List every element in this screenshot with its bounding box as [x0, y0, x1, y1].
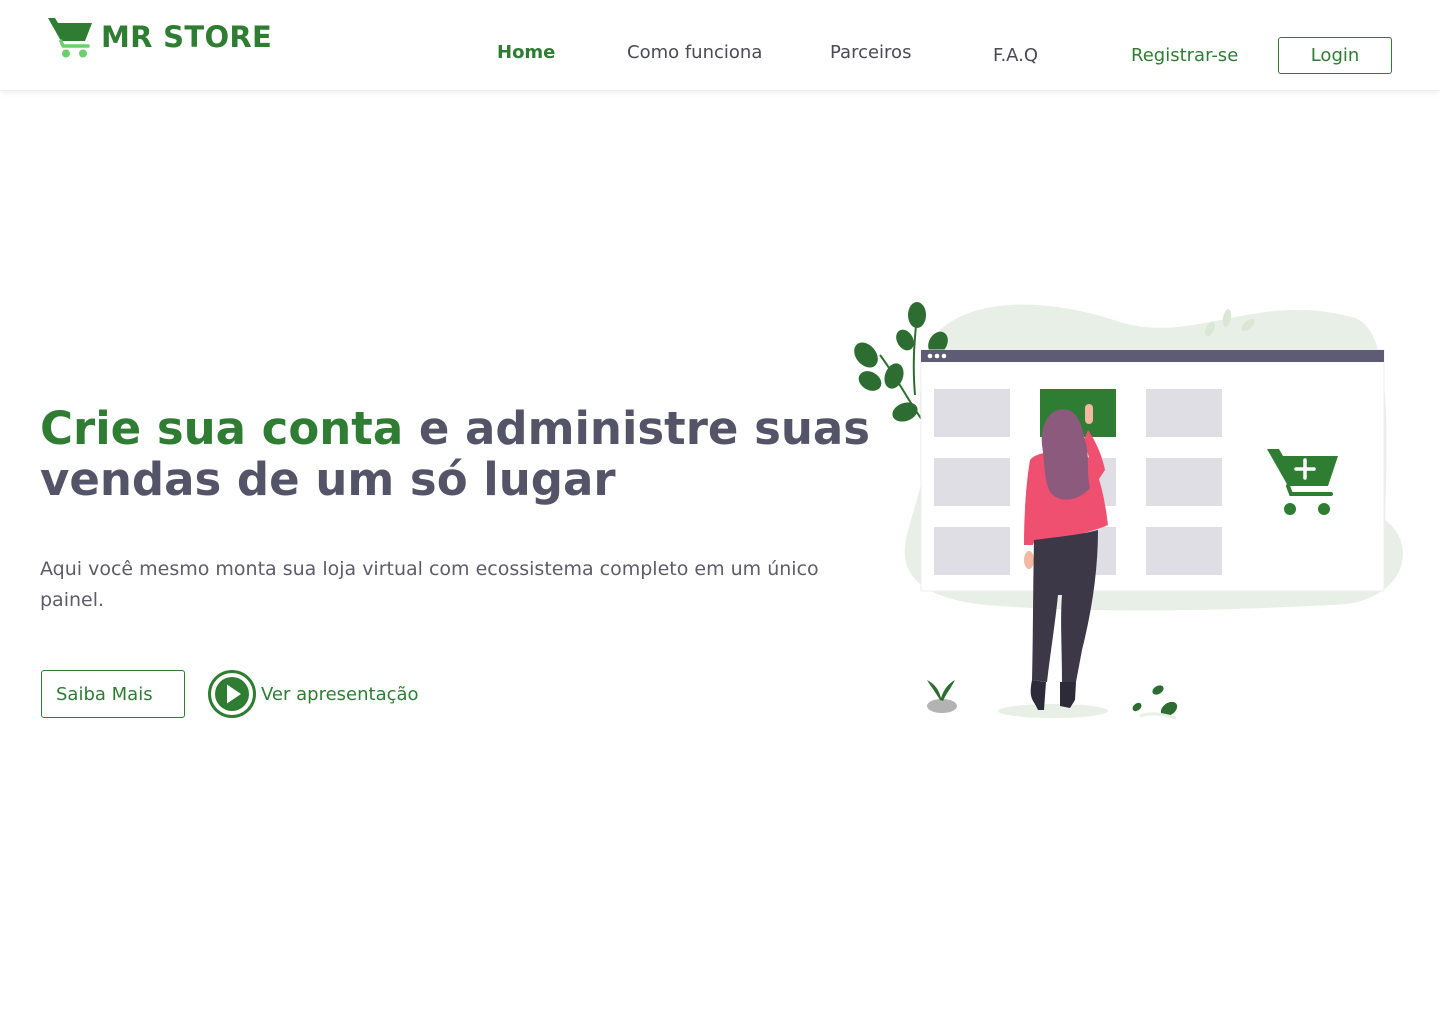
login-button[interactable]: Login [1278, 37, 1392, 74]
nav-parceiros[interactable]: Parceiros [830, 42, 911, 64]
hero-subtitle: Aqui você mesmo monta sua loja virtual c… [40, 558, 819, 611]
saiba-mais-button[interactable]: Saiba Mais [41, 670, 185, 718]
hero-title: Crie sua conta e administre suas vendas … [40, 403, 880, 505]
hero-title-highlight: Crie sua conta [40, 402, 404, 455]
nav-como-funciona[interactable]: Como funciona [627, 42, 762, 64]
nav-faq[interactable]: F.A.Q [993, 45, 1038, 67]
leaves-icon [1132, 685, 1178, 720]
shopping-cart-icon [48, 18, 92, 58]
browser-title-bar [921, 350, 1384, 362]
video-presentation-link[interactable]: Ver apresentação [207, 669, 419, 719]
register-link[interactable]: Registrar-se [1131, 45, 1238, 67]
video-link-label: Ver apresentação [261, 683, 419, 705]
play-circle-icon [208, 670, 256, 718]
woman-choosing-product-illustration [854, 302, 1403, 720]
site-header: MR STORE Home Como funciona Parceiros F.… [0, 0, 1440, 91]
brand-logo[interactable]: MR STORE [46, 14, 272, 60]
nav-home[interactable]: Home [497, 42, 555, 64]
brand-name: MR STORE [101, 20, 273, 54]
rock-plant-icon [927, 680, 957, 713]
